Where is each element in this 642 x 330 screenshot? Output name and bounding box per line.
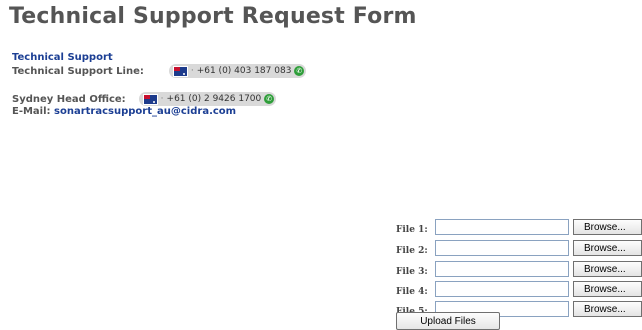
support-line-label: Technical Support Line: bbox=[12, 66, 144, 77]
phone-icon[interactable]: ✆ bbox=[294, 66, 305, 76]
office-number: +61 (0) 2 9426 1700 bbox=[166, 94, 262, 104]
file-4-input[interactable] bbox=[435, 281, 569, 297]
file-4-browse-button[interactable]: Browse... bbox=[573, 281, 642, 297]
file-2-browse-button[interactable]: Browse... bbox=[573, 240, 642, 256]
support-line-row: Technical Support Line: · +61 (0) 403 18… bbox=[12, 64, 307, 78]
email-row: E-Mail: sonartracsupport_au@cidra.com bbox=[12, 106, 236, 118]
file-3-input[interactable] bbox=[435, 261, 569, 277]
upload-files-button[interactable]: Upload Files bbox=[396, 312, 500, 330]
office-label: Sydney Head Office: bbox=[12, 94, 126, 105]
page-title: Technical Support Request Form bbox=[9, 4, 417, 29]
file-1-input[interactable] bbox=[435, 219, 569, 235]
file-1-label: File 1: bbox=[396, 225, 428, 235]
office-phone[interactable]: · +61 (0) 2 9426 1700 ✆ bbox=[138, 92, 277, 106]
file-2-label: File 2: bbox=[396, 246, 428, 256]
office-row: Sydney Head Office: · +61 (0) 2 9426 170… bbox=[12, 92, 277, 106]
file-5-browse-button[interactable]: Browse... bbox=[573, 301, 642, 317]
support-section-title: Technical Support bbox=[12, 52, 113, 63]
file-2-input[interactable] bbox=[435, 240, 569, 256]
support-line-phone[interactable]: · +61 (0) 403 187 083 ✆ bbox=[168, 64, 307, 78]
email-label: E-Mail: bbox=[12, 106, 51, 117]
email-link[interactable]: sonartracsupport_au@cidra.com bbox=[54, 106, 236, 117]
phone-icon[interactable]: ✆ bbox=[264, 94, 275, 104]
file-4-label: File 4: bbox=[396, 287, 428, 297]
file-3-label: File 3: bbox=[396, 267, 428, 277]
file-3-browse-button[interactable]: Browse... bbox=[573, 261, 642, 277]
australia-flag-icon bbox=[142, 93, 158, 105]
file-1-browse-button[interactable]: Browse... bbox=[573, 219, 642, 235]
australia-flag-icon bbox=[172, 65, 188, 77]
support-line-number: +61 (0) 403 187 083 bbox=[196, 66, 292, 76]
